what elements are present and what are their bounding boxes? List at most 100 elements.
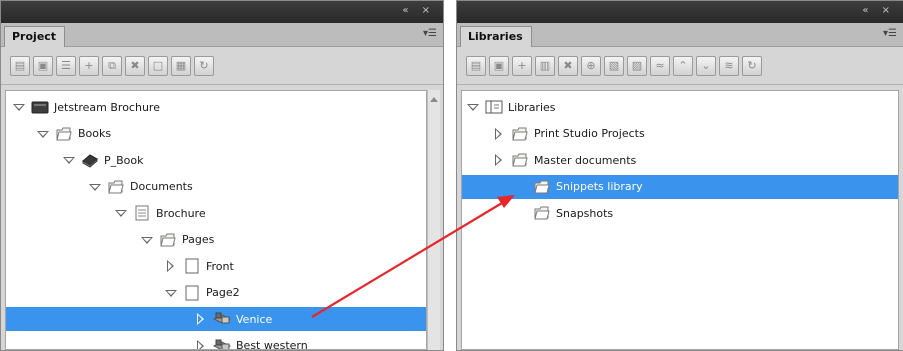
folder-icon	[534, 206, 550, 220]
panel-menu-icon[interactable]: ▾☰	[423, 28, 437, 39]
expanded-triangle-icon[interactable]	[140, 233, 154, 247]
move-up-button[interactable]: ⌃	[673, 56, 693, 76]
snippet-icon	[213, 312, 231, 324]
panel-menu-icon[interactable]: ▾☰	[883, 28, 897, 39]
save-button[interactable]: ▣	[489, 56, 509, 76]
collapsed-triangle-icon[interactable]	[194, 339, 208, 349]
tree-item-page2[interactable]: Page2	[6, 281, 426, 305]
book-icon	[82, 154, 98, 168]
open-button[interactable]: ▧	[604, 56, 624, 76]
refresh-button[interactable]: ↻	[742, 56, 762, 76]
refresh-icon: ↻	[747, 59, 757, 72]
tree-item-snippets-library[interactable]: Snippets library	[462, 174, 898, 199]
refresh-button[interactable]: ↻	[194, 56, 214, 76]
layout-icon: ▦	[175, 59, 187, 72]
expanded-triangle-icon[interactable]	[12, 100, 26, 114]
move-down-button[interactable]: ⌄	[696, 56, 716, 76]
import-button[interactable]: ▤	[10, 56, 30, 76]
tab-project[interactable]: Project	[4, 26, 66, 47]
collapse-button[interactable]: ≈	[650, 56, 670, 76]
page-icon	[185, 285, 199, 300]
new-page-button[interactable]: □	[148, 56, 168, 76]
paste-button[interactable]: ▨	[627, 56, 647, 76]
new-page-icon: □	[152, 59, 164, 72]
duplicate-icon: ⧉	[108, 59, 116, 72]
add-icon: +	[84, 59, 94, 72]
tree-item-master-documents[interactable]: Master documents	[462, 148, 898, 172]
tree-item-label: Master documents	[534, 153, 637, 167]
layout-button[interactable]: ▦	[171, 56, 191, 76]
libraries-tree: Libraries Print Studio Projects Master doc…	[461, 90, 899, 350]
tree-item-label: Page2	[206, 286, 240, 299]
delete-button[interactable]: ✖	[125, 56, 145, 76]
add-icon: +	[517, 59, 527, 72]
insert-button[interactable]: ⊕	[581, 56, 601, 76]
tree-item-label: Libraries	[508, 100, 556, 114]
collapsed-triangle-icon[interactable]	[164, 259, 178, 273]
tree-item-label: Snapshots	[556, 206, 614, 220]
delete-icon: ✖	[130, 59, 140, 72]
panel-tab-row: Libraries ▾☰	[457, 23, 903, 47]
libraries-icon	[485, 100, 503, 114]
panel-window-controls[interactable]: « ×	[862, 5, 895, 16]
project-toolbar: ▤ ▣ ☰ + ⧉ ✖ □ ▦ ↻	[1, 47, 443, 85]
folder-icon	[56, 127, 72, 140]
add-button[interactable]: +	[79, 56, 99, 76]
expanded-triangle-icon[interactable]	[36, 127, 50, 141]
tree-item-libraries[interactable]: Libraries	[462, 95, 898, 119]
tree-item-print-studio-projects[interactable]: Print Studio Projects	[462, 122, 898, 146]
tree-item-jetstream-brochure[interactable]: Jetstream Brochure	[6, 95, 426, 119]
expanded-triangle-icon[interactable]	[114, 206, 128, 220]
panel-window-controls[interactable]: « ×	[402, 5, 435, 16]
tree-item-best-western[interactable]: Best western	[6, 334, 426, 349]
collapsed-triangle-icon[interactable]	[492, 127, 506, 141]
expand-button[interactable]: ≋	[719, 56, 739, 76]
tree-item-label: Jetstream Brochure	[54, 100, 160, 114]
tree-item-snapshots[interactable]: Snapshots	[462, 201, 898, 225]
save-icon: ▣	[493, 59, 505, 72]
libraries-toolbar: ▤ ▣ + ▥ ✖ ⊕ ▧ ▨ ≈ ⌃ ⌄ ≋ ↻	[457, 47, 903, 85]
tree-item-label: Snippets library	[556, 180, 643, 193]
tree-item-label: Documents	[130, 180, 193, 193]
document-icon	[135, 205, 149, 221]
import-icon: ▤	[14, 59, 26, 72]
save-icon: ▣	[37, 59, 49, 72]
import-button[interactable]: ▤	[466, 56, 486, 76]
tree-item-label: Front	[206, 259, 234, 273]
expanded-triangle-icon[interactable]	[466, 100, 480, 114]
tree-item-brochure[interactable]: Brochure	[6, 201, 426, 225]
project-panel: « × Project ▾☰ ▤ ▣ ☰ + ⧉ ✖ □ ▦ ↻ Jetstream Broch…	[0, 0, 444, 351]
tab-libraries[interactable]: Libraries	[460, 26, 532, 47]
collapsed-triangle-icon[interactable]	[492, 153, 506, 167]
folder-icon	[534, 180, 550, 193]
duplicate-button[interactable]: ⧉	[102, 56, 122, 76]
expand-icon: ≋	[724, 59, 734, 72]
library-icon: ▥	[539, 59, 551, 72]
folder-icon	[108, 180, 124, 193]
tree-item-pages[interactable]: Pages	[6, 228, 426, 252]
delete-button[interactable]: ✖	[558, 56, 578, 76]
add-button[interactable]: +	[512, 56, 532, 76]
tree-item-front[interactable]: Front	[6, 254, 426, 278]
tree-item-venice[interactable]: Venice	[6, 307, 426, 331]
collapsed-triangle-icon[interactable]	[194, 312, 208, 326]
tree-item-documents[interactable]: Documents	[6, 175, 426, 199]
properties-button[interactable]: ☰	[56, 56, 76, 76]
properties-icon: ☰	[61, 59, 71, 72]
folder-icon	[512, 153, 528, 167]
vertical-scrollbar[interactable]	[427, 90, 440, 350]
scroll-up-icon[interactable]	[430, 97, 438, 102]
tree-item-label: Pages	[182, 233, 215, 246]
library-button[interactable]: ▥	[535, 56, 555, 76]
tree-item-label: Books	[78, 127, 112, 140]
libraries-panel: « × Libraries ▾☰ ▤ ▣ + ▥ ✖ ⊕ ▧ ▨ ≈ ⌃ ⌄ ≋ ↻ Libraries…	[456, 0, 903, 351]
tree-item-books[interactable]: Books	[6, 122, 426, 146]
expanded-triangle-icon[interactable]	[62, 153, 76, 167]
move-down-icon: ⌄	[701, 59, 711, 72]
save-button[interactable]: ▣	[33, 56, 53, 76]
tree-item-label: P_Book	[104, 153, 144, 167]
expanded-triangle-icon[interactable]	[88, 180, 102, 194]
tree-item-p-book[interactable]: P_Book	[6, 148, 426, 172]
expanded-triangle-icon[interactable]	[164, 286, 178, 300]
folder-icon	[512, 127, 528, 140]
